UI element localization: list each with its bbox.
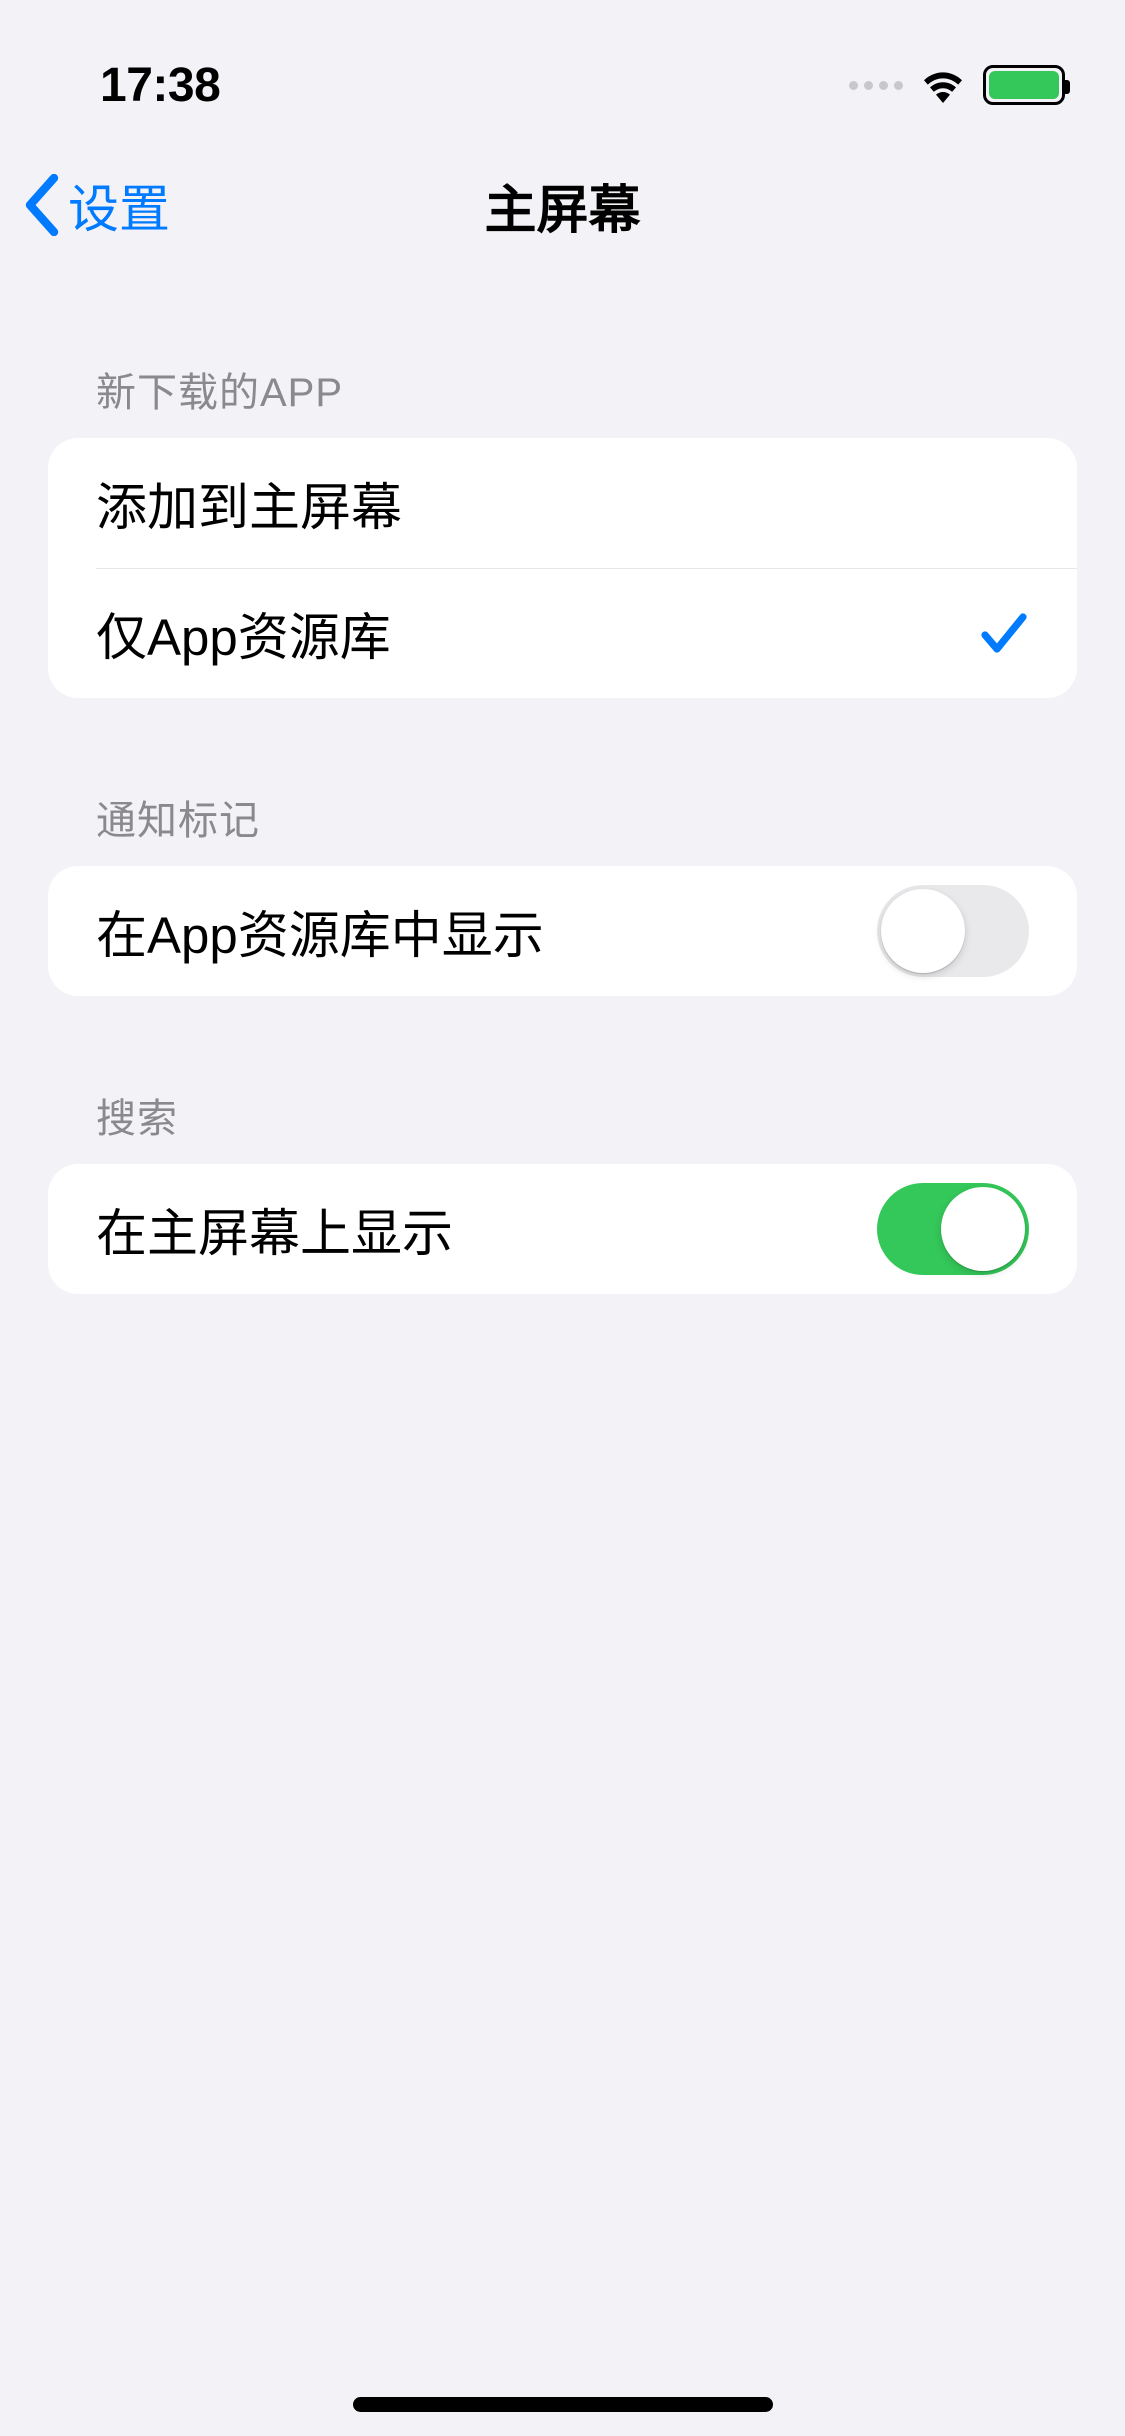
cellular-signal-icon bbox=[849, 81, 903, 90]
section-header-notification-badges: 通知标记 bbox=[48, 788, 1077, 866]
status-indicators bbox=[849, 65, 1065, 105]
toggle-label: 在App资源库中显示 bbox=[96, 894, 877, 968]
section-search: 搜索 在主屏幕上显示 bbox=[48, 1086, 1077, 1294]
status-bar: 17:38 bbox=[0, 0, 1125, 140]
row-show-in-app-library: 在App资源库中显示 bbox=[48, 866, 1077, 996]
section-notification-badges: 通知标记 在App资源库中显示 bbox=[48, 788, 1077, 996]
battery-icon bbox=[983, 65, 1065, 105]
wifi-icon bbox=[919, 67, 967, 103]
option-label: 添加到主屏幕 bbox=[96, 466, 1029, 540]
toggle-show-on-home-screen[interactable] bbox=[877, 1183, 1029, 1275]
checkmark-icon bbox=[979, 609, 1029, 657]
toggle-label: 在主屏幕上显示 bbox=[96, 1192, 877, 1266]
option-add-to-home-screen[interactable]: 添加到主屏幕 bbox=[48, 438, 1077, 568]
section-header-search: 搜索 bbox=[48, 1086, 1077, 1164]
option-app-library-only[interactable]: 仅App资源库 bbox=[48, 568, 1077, 698]
status-time: 17:38 bbox=[100, 58, 220, 113]
back-button-label: 设置 bbox=[68, 168, 170, 242]
group-notification-badges: 在App资源库中显示 bbox=[48, 866, 1077, 996]
toggle-show-in-app-library[interactable] bbox=[877, 885, 1029, 977]
group-newly-downloaded: 添加到主屏幕 仅App资源库 bbox=[48, 438, 1077, 698]
section-newly-downloaded: 新下载的APP 添加到主屏幕 仅App资源库 bbox=[48, 360, 1077, 698]
navigation-bar: 设置 主屏幕 bbox=[0, 140, 1125, 270]
home-indicator[interactable] bbox=[353, 2397, 773, 2412]
chevron-left-icon bbox=[24, 174, 60, 236]
option-label: 仅App资源库 bbox=[96, 596, 979, 670]
section-header-newly-downloaded: 新下载的APP bbox=[48, 360, 1077, 438]
page-title: 主屏幕 bbox=[484, 168, 640, 243]
row-show-on-home-screen: 在主屏幕上显示 bbox=[48, 1164, 1077, 1294]
back-button[interactable]: 设置 bbox=[24, 168, 170, 242]
group-search: 在主屏幕上显示 bbox=[48, 1164, 1077, 1294]
